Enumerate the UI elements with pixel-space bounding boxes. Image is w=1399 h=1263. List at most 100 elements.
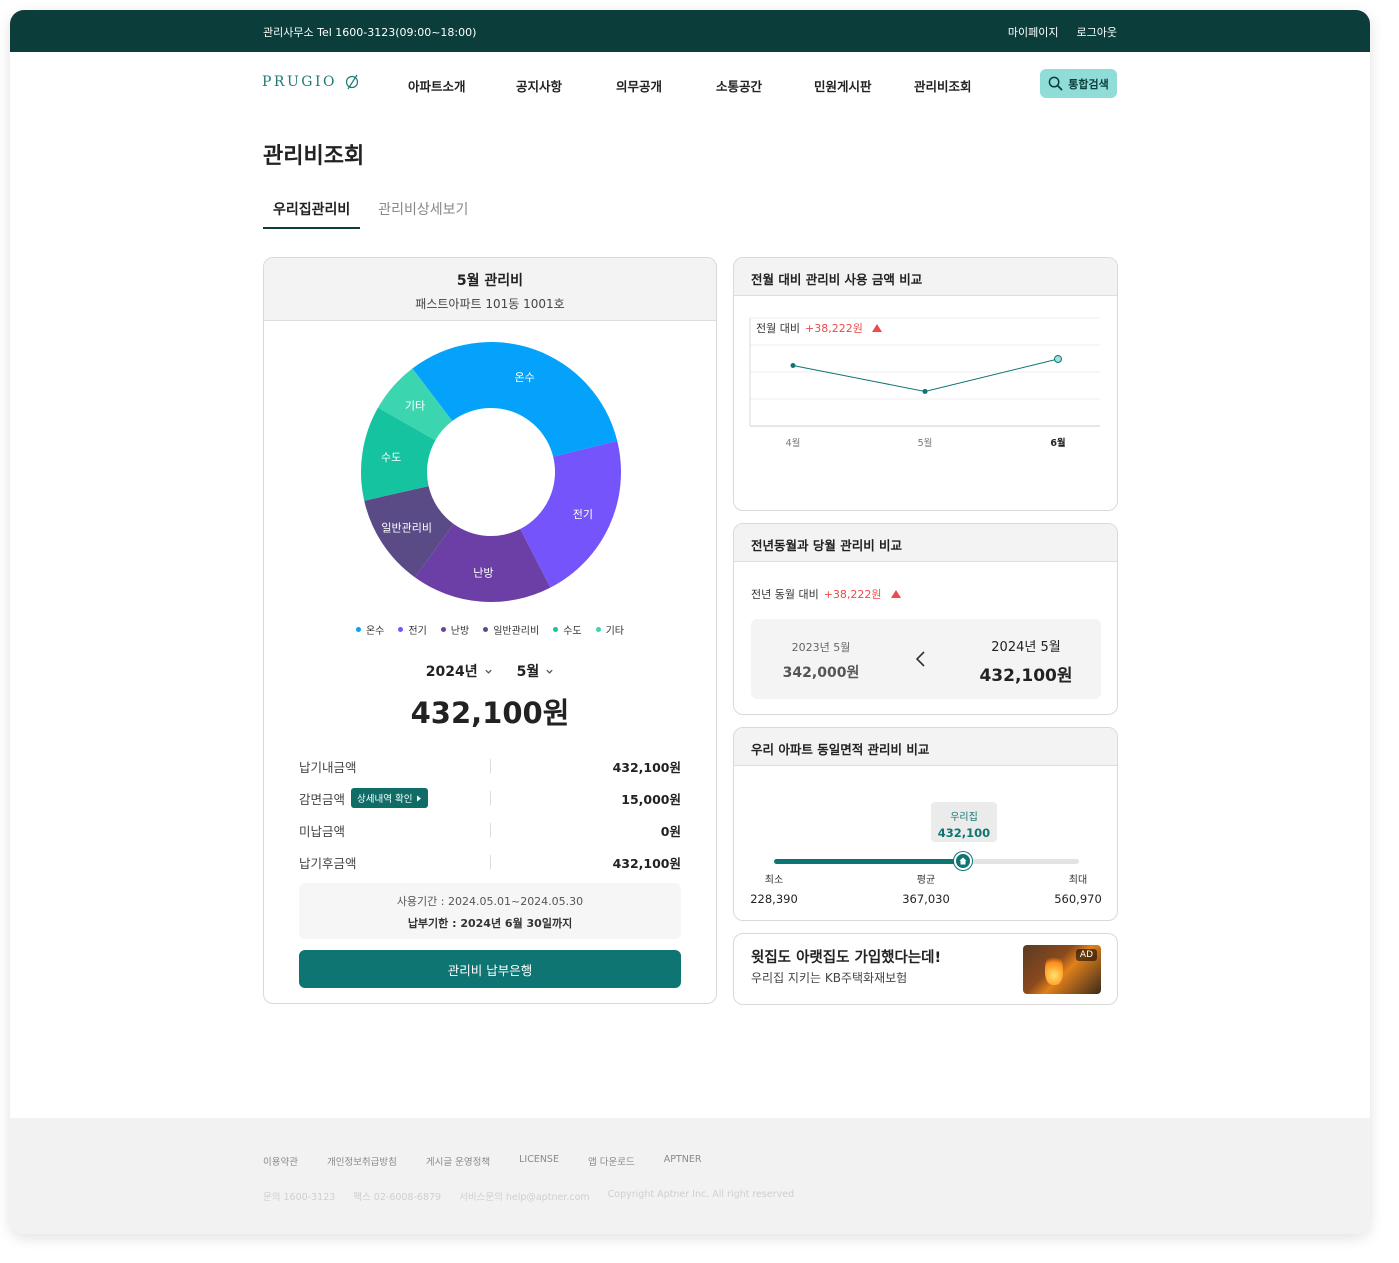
bill-card-header: 5월 관리비 패스트아파트 101동 1001호 <box>264 258 716 321</box>
chart-series-line <box>792 358 1059 392</box>
tab-fee-detail[interactable]: 관리비상세보기 <box>368 195 478 229</box>
scale-avg: 평균 367,030 <box>886 871 966 906</box>
legend-dot <box>398 627 404 632</box>
nav-apartment-intro[interactable]: 아파트소개 <box>408 76 508 95</box>
period-selectors: 2024년 5월 <box>264 661 716 681</box>
footer-link-aptner[interactable]: APTNER <box>664 1154 702 1168</box>
our-home-value: 432,100 <box>937 826 991 840</box>
row-value: 0원 <box>660 823 681 839</box>
footer-link-policy[interactable]: 게시글 운영정책 <box>426 1154 490 1168</box>
area-compare-card: 우리 아파트 동일면적 관리비 비교 우리집 432,100 최소 228,39… <box>733 727 1118 921</box>
legend-item: 수도 <box>553 622 582 637</box>
row-label-wrap: 감면금액 상세내역 확인 <box>299 788 429 808</box>
monthly-line-chart: 4월 5월 6월 <box>749 317 1100 449</box>
footer-fax: 팩스 02-6008-6879 <box>353 1192 442 1203</box>
fire-image <box>1045 953 1063 985</box>
bill-row-due-amount: 납기내금액 432,100원 <box>299 750 681 782</box>
integrated-search-button[interactable]: 통합검색 <box>1040 69 1117 98</box>
bill-row-discount: 감면금액 상세내역 확인 15,000원 <box>299 782 681 814</box>
search-label: 통합검색 <box>1068 77 1109 91</box>
year-select-value: 2024년 <box>425 664 478 680</box>
month-select[interactable]: 5월 <box>517 661 555 681</box>
our-home-marker <box>954 852 973 870</box>
scale-max-value: 560,970 <box>1054 892 1102 906</box>
row-divider <box>490 791 491 805</box>
legend-label: 기타 <box>605 626 625 637</box>
chart-point <box>790 363 796 369</box>
footer-info: 문의 1600-3123 팩스 02-6008-6879 서비스문의 help@… <box>263 1189 794 1203</box>
year-compare-box: 2023년 5월 342,000원 2024년 5월 432,100원 <box>751 619 1101 699</box>
mypage-link[interactable]: 마이페이지 <box>1008 24 1059 40</box>
diff-value: +38,222원 <box>823 588 882 601</box>
legend-item: 온수 <box>355 622 385 637</box>
donut-slice-label: 난방 <box>473 567 493 580</box>
ad-badge: AD <box>1075 949 1097 961</box>
row-value: 432,100원 <box>612 855 681 871</box>
legend-item: 전기 <box>398 622 427 637</box>
footer-link-app[interactable]: 앱 다운로드 <box>588 1154 635 1168</box>
year-select[interactable]: 2024년 <box>426 661 493 681</box>
scale-min-value: 228,390 <box>750 892 798 906</box>
fee-tabs: 우리집관리비 관리비상세보기 <box>263 195 486 229</box>
footer-link-license[interactable]: LICENSE <box>519 1154 559 1168</box>
nav-notices[interactable]: 공지사항 <box>508 76 608 95</box>
ad-banner[interactable]: 윗집도 아랫집도 가입했다는데! 우리집 지키는 KB주택화재보험 AD <box>733 933 1118 1005</box>
legend-label: 전기 <box>408 626 427 637</box>
logout-link[interactable]: 로그아웃 <box>1077 24 1117 40</box>
nav-fee-inquiry[interactable]: 관리비조회 <box>908 76 1008 95</box>
card-title: 우리 아파트 동일면적 관리비 비교 <box>734 728 1117 766</box>
logo-mark-icon <box>345 74 359 90</box>
row-label: 미납금액 <box>299 823 346 839</box>
legend-label: 온수 <box>365 626 385 637</box>
legend-label: 수도 <box>563 626 582 637</box>
legend-dot <box>483 627 489 632</box>
previous-year: 2023년 5월 342,000원 <box>751 639 891 682</box>
donut-slice <box>412 342 618 457</box>
footer-link-privacy[interactable]: 개인정보취급방침 <box>327 1154 397 1168</box>
footer-link-terms[interactable]: 이용약관 <box>263 1154 298 1168</box>
chevron-down-icon <box>546 669 553 674</box>
app-frame: 관리사무소 Tel 1600-3123(09:00~18:00) 마이페이지 로… <box>10 10 1370 1234</box>
nav-complaints[interactable]: 민원게시판 <box>808 76 908 95</box>
bill-title: 5월 관리비 <box>456 273 524 289</box>
row-label: 납기후금액 <box>299 855 357 871</box>
tab-my-fee[interactable]: 우리집관리비 <box>263 195 361 229</box>
scale-avg-label: 평균 <box>916 875 936 886</box>
nav-disclosure[interactable]: 의무공개 <box>608 76 708 95</box>
row-divider <box>490 823 491 837</box>
discount-detail-button[interactable]: 상세내역 확인 <box>351 788 429 808</box>
donut-slice-label: 수도 <box>381 451 401 464</box>
caret-right-icon <box>417 795 422 801</box>
legend-item: 일반관리비 <box>483 622 539 637</box>
chart-point <box>922 388 928 394</box>
fee-donut-chart: 온수전기난방 일반관리비 수도 기타 <box>361 342 621 602</box>
office-contact: 관리사무소 Tel 1600-3123(09:00~18:00) <box>263 26 477 39</box>
row-label: 납기내금액 <box>299 759 357 775</box>
home-icon <box>959 857 967 865</box>
bill-address: 패스트아파트 101동 1001호 <box>415 297 565 311</box>
legend-item: 난방 <box>440 622 469 637</box>
footer-links: 이용약관 개인정보취급방침 게시글 운영정책 LICENSE 앱 다운로드 AP… <box>263 1154 701 1168</box>
bill-row-unpaid: 미납금액 0원 <box>299 814 681 846</box>
current-year-label: 2024년 5월 <box>991 640 1061 655</box>
donut-slice-label: 온수 <box>515 371 535 384</box>
card-title: 전년동월과 당월 관리비 비교 <box>734 524 1117 562</box>
scale-avg-value: 367,030 <box>902 892 950 906</box>
prugio-logo[interactable]: PRUGIO <box>262 74 361 90</box>
chart-x-tick-label: 4월 <box>786 437 801 449</box>
row-value: 15,000원 <box>621 791 681 807</box>
detail-button-label: 상세내역 확인 <box>357 794 413 805</box>
page-title: 관리비조회 <box>263 144 365 169</box>
current-year: 2024년 5월 432,100원 <box>956 636 1096 686</box>
scale-max: 최대 560,970 <box>1038 871 1117 906</box>
ad-title: 윗집도 아랫집도 가입했다는데! <box>751 950 942 966</box>
footer-phone: 문의 1600-3123 <box>263 1192 336 1203</box>
increase-triangle-icon <box>890 590 901 598</box>
fee-range-bar <box>774 852 1079 870</box>
legend-dot <box>595 627 601 632</box>
legend-dot <box>553 627 559 632</box>
scale-max-label: 최대 <box>1068 875 1088 886</box>
pay-bank-button[interactable]: 관리비 납부은행 <box>299 950 681 988</box>
usage-period-box: 사용기간 : 2024.05.01~2024.05.30 납부기한 : 2024… <box>299 883 681 939</box>
nav-community[interactable]: 소통공간 <box>708 76 808 95</box>
